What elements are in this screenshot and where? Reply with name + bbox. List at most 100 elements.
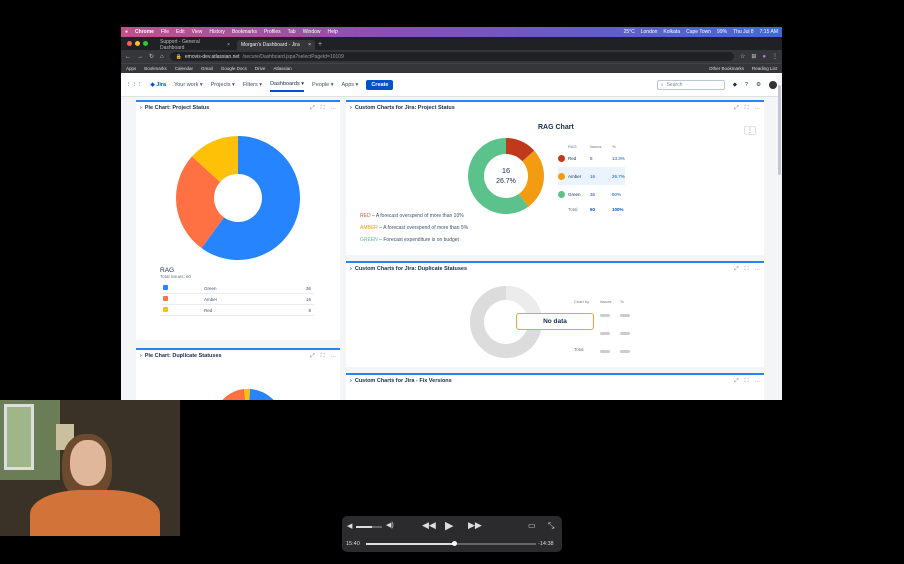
jira-logo[interactable]: ◆ Jira — [151, 82, 167, 88]
nav-dashboards[interactable]: Dashboards ▾ — [270, 78, 305, 92]
profile-icon[interactable]: ● — [762, 54, 766, 60]
nav-people[interactable]: People ▾ — [312, 82, 333, 88]
menu-edit[interactable]: Edit — [176, 29, 185, 35]
swatch — [163, 307, 168, 312]
chart-options-icon[interactable]: ⋮ — [744, 126, 756, 135]
search-placeholder: Search — [666, 81, 683, 88]
collapse-icon[interactable]: › — [350, 266, 352, 272]
menu-tab[interactable]: Tab — [288, 29, 296, 35]
extensions-icon[interactable]: ⊞ — [751, 53, 756, 60]
apple-icon[interactable]: ● — [125, 29, 128, 35]
rag-pct: 26.7% — [612, 173, 625, 179]
airplay-icon[interactable]: ▭ — [528, 521, 536, 530]
menu-history[interactable]: History — [209, 29, 225, 35]
close-tab-icon[interactable]: × — [308, 42, 311, 48]
page-scrollbar[interactable] — [778, 75, 782, 400]
close-window-icon[interactable] — [127, 41, 132, 46]
collapse-icon[interactable]: › — [350, 105, 352, 111]
fullscreen-icon[interactable]: ⛶ — [321, 105, 325, 112]
bookmark-bookmarks[interactable]: Bookmarks — [144, 66, 167, 71]
rag-issues[interactable]: 36 — [590, 185, 612, 203]
browser-tab[interactable]: Support - General Dashboard × — [156, 39, 234, 51]
collapse-icon[interactable]: › — [140, 105, 142, 111]
nav-filters[interactable]: Filters ▾ — [243, 82, 262, 88]
expand-icon[interactable]: ⤢ — [734, 266, 738, 273]
create-button[interactable]: Create — [366, 79, 394, 90]
avatar[interactable] — [769, 80, 777, 89]
progress-knob[interactable] — [452, 541, 458, 546]
reload-icon[interactable]: ↻ — [149, 53, 154, 60]
star-icon[interactable]: ☆ — [740, 53, 745, 60]
more-options-icon[interactable]: … — [755, 378, 761, 385]
fullscreen-icon[interactable]: ⛶ — [745, 105, 749, 112]
mute-icon[interactable]: ◀ — [347, 522, 352, 530]
home-icon[interactable]: ⌂ — [160, 54, 164, 60]
notifications-icon[interactable]: ◆ — [733, 82, 737, 88]
settings-icon[interactable]: ⚙ — [756, 82, 761, 88]
bookmark-drive[interactable]: Drive — [255, 66, 266, 71]
rag-row[interactable]: Green 36 60% — [558, 185, 625, 203]
fullscreen-icon[interactable]: ⛶ — [745, 266, 749, 273]
help-icon[interactable]: ? — [745, 82, 748, 88]
more-icon[interactable]: ⋮ — [772, 53, 778, 60]
nav-apps[interactable]: Apps ▾ — [341, 82, 358, 88]
bookmark-apps[interactable]: Apps — [126, 66, 136, 71]
browser-tab-active[interactable]: Morgan's Dashboard - Jira × — [237, 40, 315, 50]
bookmark-calendar[interactable]: Calendar — [175, 66, 193, 71]
rag-issues[interactable]: 16 — [590, 167, 612, 185]
volume-up-icon[interactable]: ◀) — [386, 521, 394, 529]
bookmark-atlassian[interactable]: Atlassian — [273, 66, 291, 71]
menu-help[interactable]: Help — [328, 29, 338, 35]
more-options-icon[interactable]: … — [755, 105, 761, 112]
menu-view[interactable]: View — [192, 29, 203, 35]
bookmark-docs[interactable]: Google Docs — [221, 66, 247, 71]
expand-icon[interactable]: ⤢ — [734, 105, 738, 112]
legend-row[interactable]: Red 8 — [160, 304, 314, 316]
close-tab-icon[interactable]: × — [227, 42, 230, 48]
gadget-pie-duplicate-statuses: › Pie Chart: Duplicate Statuses ⤢ ⛶… — [136, 348, 340, 400]
url-field[interactable]: 🔒 emovis-dev.atlassian.net/secure/Dashbo… — [169, 52, 734, 61]
forward-icon[interactable]: → — [137, 54, 143, 60]
more-options-icon[interactable]: … — [755, 266, 761, 273]
legend-row[interactable]: Green 36 — [160, 283, 314, 294]
rag-issues[interactable]: 8 — [590, 149, 612, 167]
search-input[interactable]: ⌕ Search — [656, 79, 725, 90]
more-options-icon[interactable]: … — [331, 105, 337, 112]
reading-list[interactable]: Reading List — [752, 66, 777, 71]
progress-track[interactable] — [366, 541, 536, 546]
legend-label: Green — [201, 283, 273, 294]
forward-icon[interactable]: ▶▶ — [468, 520, 482, 531]
menu-window[interactable]: Window — [303, 29, 321, 35]
collapse-icon[interactable]: › — [350, 378, 352, 384]
collapse-icon[interactable]: › — [140, 353, 142, 359]
total-issues: 60 — [590, 207, 596, 212]
url-path: /secure/Dashboard.jspa?selectPageId=1010… — [242, 53, 344, 60]
nav-your-work[interactable]: Your work ▾ — [174, 82, 203, 88]
bookmark-gmail[interactable]: Gmail — [201, 66, 213, 71]
fullscreen-icon[interactable]: ⛶ — [321, 353, 325, 360]
volume-slider[interactable] — [356, 526, 382, 528]
rag-row[interactable]: Red 8 13.3% — [558, 149, 625, 167]
expand-icon[interactable]: ⤢ — [310, 105, 314, 112]
fullscreen-icon[interactable]: ⤡ — [548, 521, 554, 531]
rewind-icon[interactable]: ◀◀ — [422, 520, 436, 531]
expand-icon[interactable]: ⤢ — [310, 353, 314, 360]
fullscreen-icon[interactable]: ⛶ — [745, 378, 749, 385]
menu-profiles[interactable]: Profiles — [264, 29, 281, 35]
back-icon[interactable]: ← — [125, 54, 131, 60]
more-options-icon[interactable]: … — [331, 353, 337, 360]
menu-file[interactable]: File — [161, 29, 169, 35]
play-icon[interactable]: ▶ — [445, 519, 453, 532]
minimize-window-icon[interactable] — [135, 41, 140, 46]
other-bookmarks[interactable]: Other Bookmarks — [709, 66, 744, 71]
zoom-window-icon[interactable] — [143, 41, 148, 46]
menu-bookmarks[interactable]: Bookmarks — [232, 29, 257, 35]
legend-row[interactable]: Amber 16 — [160, 293, 314, 305]
scrollbar-thumb[interactable] — [778, 85, 781, 175]
rag-row[interactable]: Amber 16 26.7% — [558, 167, 625, 185]
app-menu[interactable]: Chrome — [135, 29, 154, 35]
nav-projects[interactable]: Projects ▾ — [211, 82, 235, 88]
expand-icon[interactable]: ⤢ — [734, 378, 738, 385]
app-switcher-icon[interactable]: ⋮⋮⋮ — [126, 82, 143, 88]
new-tab-icon[interactable]: + — [318, 41, 322, 48]
